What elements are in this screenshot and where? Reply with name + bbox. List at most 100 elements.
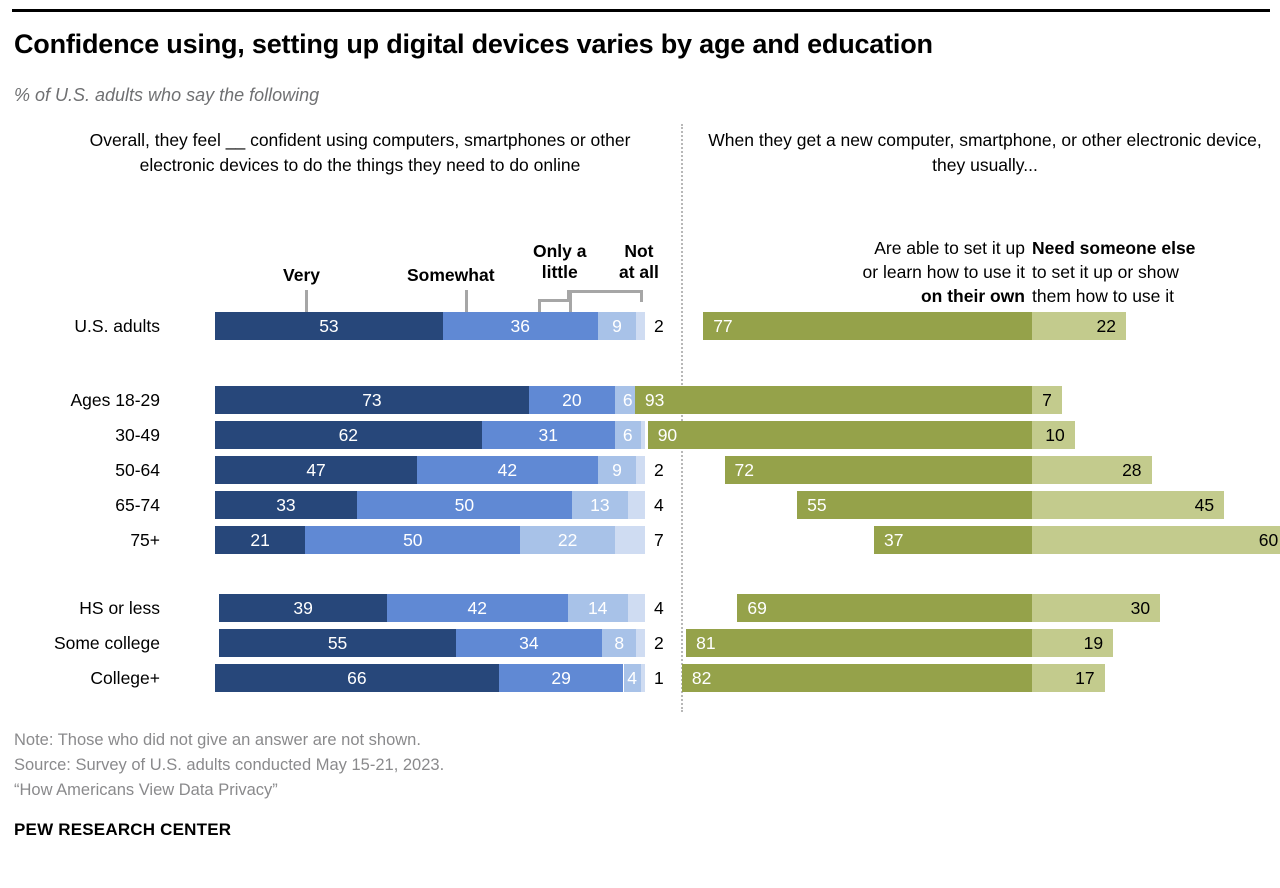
segment-not-at-all-0 (636, 312, 645, 340)
leader-only-a-little-drop (538, 299, 541, 312)
segment-value-only-a-little-0: 9 (612, 316, 622, 336)
segment-only-a-little-4: 13 (571, 491, 628, 519)
bar-confidence-1: 73 20 6 (215, 386, 645, 414)
row-label-some-college: Some college (53, 633, 160, 653)
segment-value-not-at-all-0: 2 (654, 316, 664, 336)
legend-label-somewhat: Somewhat (407, 265, 495, 285)
segment-value-only-a-little-1: 6 (622, 390, 633, 410)
segment-value-not-at-all-3: 2 (654, 460, 664, 480)
segment-not-at-all-7 (636, 629, 645, 657)
segment-value-somewhat-5: 50 (403, 530, 423, 550)
segment-value-somewhat-6: 42 (467, 598, 488, 618)
legend-need-line1: Need someone else (1032, 238, 1196, 258)
leader-somewhat (465, 290, 468, 312)
segment-value-on-their-own-6: 69 (747, 598, 767, 618)
segment-very-2: 62 (215, 421, 482, 449)
segment-somewhat-4: 50 (356, 491, 572, 519)
row-label-college: College+ (90, 668, 160, 688)
segment-somewhat-3: 42 (417, 456, 598, 484)
legend-label-very: Very (283, 265, 320, 285)
segment-value-only-a-little-8: 4 (627, 668, 637, 688)
segment-value-need-someone-else-3: 28 (1122, 460, 1142, 480)
segment-somewhat-8: 29 (498, 664, 624, 692)
segment-value-on-their-own-4: 55 (807, 495, 827, 515)
segment-on-their-own-5: 37 (874, 526, 1032, 554)
bar-confidence-8: 66 29 4 (215, 664, 645, 692)
segment-value-not-at-all-4: 4 (654, 495, 664, 515)
row-label-u-s-adults: U.S. adults (74, 316, 160, 336)
segment-need-someone-else-8: 17 (1032, 664, 1105, 692)
leader-not-at-all-drop (569, 290, 572, 312)
segment-value-need-someone-else-7: 19 (1083, 633, 1104, 653)
legend-label-not-at-all: Not at all (619, 241, 659, 282)
segment-value-somewhat-8: 29 (551, 668, 571, 688)
segment-need-someone-else-4: 45 (1032, 491, 1225, 519)
segment-need-someone-else-2: 10 (1032, 421, 1075, 449)
segment-value-only-a-little-2: 6 (622, 425, 633, 445)
legend-label-only-a-little: Only a little (533, 241, 587, 282)
legend-label-need-someone-else: Need someone else to set it up or show t… (1032, 236, 1262, 308)
leader-very (305, 290, 308, 312)
segment-need-someone-else-1: 7 (1032, 386, 1062, 414)
segment-value-only-a-little-5: 22 (557, 530, 578, 550)
segment-value-very-5: 21 (250, 530, 270, 550)
segment-value-on-their-own-5: 37 (884, 530, 904, 550)
segment-value-very-0: 53 (319, 316, 339, 336)
segment-only-a-little-7: 8 (601, 629, 637, 657)
segment-somewhat-5: 50 (305, 526, 521, 554)
page-subtitle: % of U.S. adults who say the following (14, 85, 320, 105)
top-rule (12, 9, 1270, 12)
segment-value-on-their-own-2: 90 (657, 425, 678, 445)
legend-own-line2: or learn how to use it (862, 262, 1025, 282)
segment-value-not-at-all-8: 1 (654, 668, 664, 688)
segment-need-someone-else-3: 28 (1032, 456, 1152, 484)
segment-need-someone-else-5: 60 (1032, 526, 1280, 554)
segment-need-someone-else-6: 30 (1032, 594, 1161, 622)
segment-on-their-own-8: 82 (681, 664, 1032, 692)
segment-value-on-their-own-0: 77 (713, 316, 733, 336)
left-panel-question: Overall, they feel __ confident using co… (89, 130, 631, 175)
segment-value-need-someone-else-1: 7 (1042, 390, 1052, 410)
chart-page: Confidence using, setting up digital dev… (0, 0, 1280, 888)
segment-value-only-a-little-7: 8 (614, 633, 625, 653)
segment-value-need-someone-else-5: 60 (1258, 530, 1279, 550)
segment-value-on-their-own-3: 72 (734, 460, 755, 480)
segment-very-5: 21 (215, 526, 306, 554)
segment-on-their-own-3: 72 (724, 456, 1032, 484)
segment-value-very-6: 39 (293, 598, 313, 618)
segment-value-not-at-all-7: 2 (654, 633, 664, 653)
row-label-hs-or-less: HS or less (79, 598, 160, 618)
segment-on-their-own-1: 93 (634, 386, 1032, 414)
segment-only-a-little-8: 4 (623, 664, 641, 692)
segment-value-somewhat-0: 36 (510, 316, 531, 336)
segment-on-their-own-4: 55 (797, 491, 1032, 519)
segment-value-very-2: 62 (338, 425, 359, 445)
segment-value-on-their-own-8: 82 (691, 668, 712, 688)
segment-value-very-4: 33 (276, 495, 296, 515)
segment-somewhat-6: 42 (386, 594, 568, 622)
segment-value-not-at-all-6: 4 (654, 598, 664, 618)
footer-source: Source: Survey of U.S. adults conducted … (14, 756, 445, 774)
row-label-75: 75+ (130, 530, 160, 550)
segment-on-their-own-7: 81 (686, 629, 1032, 657)
bar-confidence-6: 39 42 14 (219, 594, 645, 622)
segment-very-4: 33 (215, 491, 357, 519)
bar-confidence-5: 21 50 22 (215, 526, 645, 554)
segment-only-a-little-0: 9 (597, 312, 637, 340)
segment-need-someone-else-7: 19 (1032, 629, 1114, 657)
leader-only-a-little-horizontal (538, 299, 570, 302)
segment-not-at-all-2 (640, 421, 645, 449)
segment-value-somewhat-1: 20 (562, 390, 582, 410)
segment-not-at-all-3 (636, 456, 645, 484)
segment-value-somewhat-2: 31 (538, 425, 558, 445)
bar-confidence-7: 55 34 8 (219, 629, 645, 657)
segment-value-need-someone-else-6: 30 (1130, 598, 1151, 618)
footer-notes: Note: Those who did not give an answer a… (14, 728, 444, 803)
segment-on-their-own-6: 69 (737, 594, 1032, 622)
segment-somewhat-0: 36 (442, 312, 598, 340)
segment-on-their-own-0: 77 (703, 312, 1032, 340)
segment-very-3: 47 (215, 456, 418, 484)
segment-somewhat-2: 31 (481, 421, 615, 449)
row-label-30-49: 30-49 (115, 425, 160, 445)
segment-not-at-all-4 (627, 491, 645, 519)
